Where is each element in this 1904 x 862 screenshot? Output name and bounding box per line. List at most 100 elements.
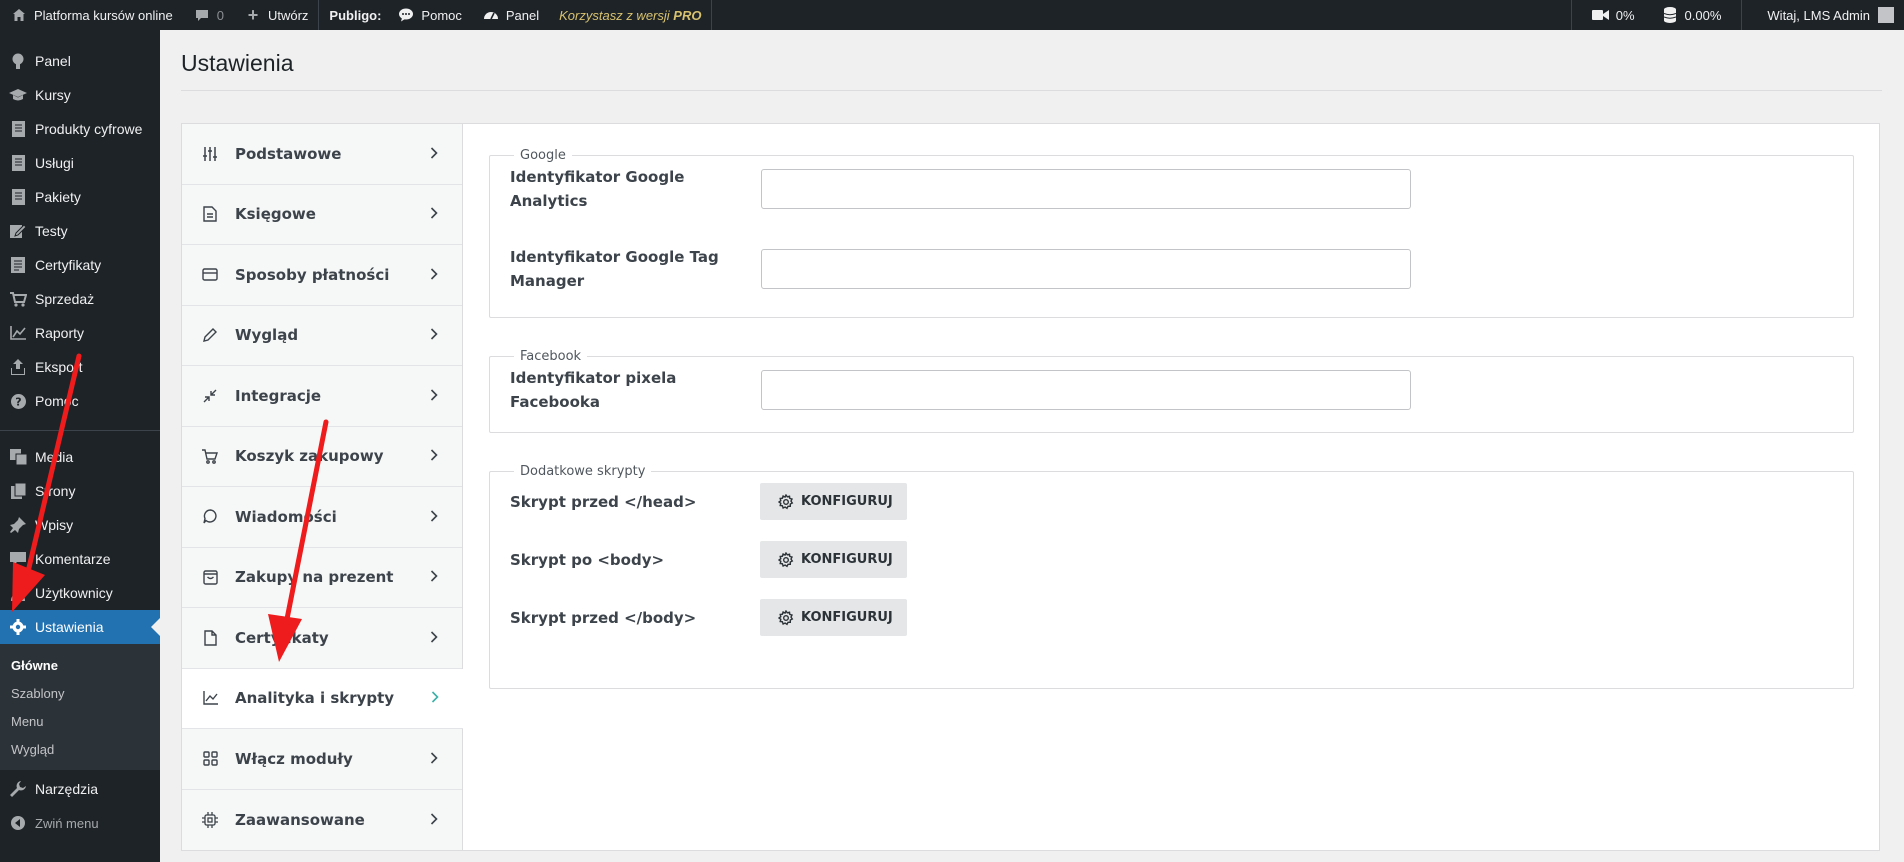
users-icon (8, 583, 28, 603)
collapse-arrow-icon (8, 813, 28, 833)
database-stat[interactable]: 0.00% (1655, 0, 1742, 30)
tab-integracje[interactable]: Integracje (182, 366, 462, 427)
site-name-link[interactable]: Platforma kursów online (0, 0, 183, 30)
submenu-item-menu[interactable]: Menu (0, 708, 160, 736)
chevron-right-icon (430, 750, 438, 768)
script-body-open-label: Skrypt po <body> (510, 550, 665, 569)
tab-ksiegowe[interactable]: Księgowe (182, 185, 462, 245)
menu-item-certyfikaty[interactable]: Certyfikaty (0, 248, 160, 282)
document-icon (8, 187, 28, 207)
tab-sposoby-platnosci[interactable]: Sposoby płatności (182, 245, 462, 306)
help-link[interactable]: Pomoc (387, 0, 471, 30)
pin-icon (8, 515, 28, 535)
panel-link[interactable]: Panel (472, 0, 549, 30)
ga-id-input[interactable] (761, 169, 1411, 209)
file-icon (202, 630, 218, 646)
help-icon: ? (8, 391, 28, 411)
invoice-icon (202, 206, 218, 222)
chevron-right-icon (430, 629, 438, 647)
menu-item-produkty-cyfrowe[interactable]: Produkty cyfrowe (0, 112, 160, 146)
divider (711, 0, 713, 30)
pixel-row: Identyfikator pixela Facebooka (510, 366, 1833, 414)
edit-icon (8, 221, 28, 241)
analytics-icon (202, 690, 218, 706)
comments-link[interactable]: 0 (183, 0, 234, 30)
menu-item-sprzedaz[interactable]: Sprzedaż (0, 282, 160, 316)
video-stat[interactable]: 0% (1572, 0, 1655, 30)
plus-icon: + (247, 4, 259, 25)
facebook-legend: Facebook (520, 349, 582, 364)
menu-item-komentarze[interactable]: Komentarze (0, 542, 160, 576)
chevron-right-icon (430, 145, 438, 163)
menu-item-testy[interactable]: Testy (0, 214, 160, 248)
tab-zakupy-na-prezent[interactable]: Zakupy na prezent (182, 548, 462, 608)
svg-text:?: ? (15, 395, 21, 408)
facebook-pixel-input[interactable] (761, 370, 1411, 410)
collapse-menu-button[interactable]: Zwiń menu (0, 806, 160, 840)
tab-podstawowe[interactable]: Podstawowe (182, 124, 462, 185)
chip-icon (202, 811, 218, 828)
gear-icon (778, 493, 794, 510)
gtm-row: Identyfikator Google Tag Manager (510, 245, 1833, 293)
new-content-link[interactable]: + Utwórz (234, 0, 318, 30)
chevron-right-icon (430, 447, 438, 465)
menu-item-media[interactable]: Media (0, 440, 160, 474)
tab-koszyk-zakupowy[interactable]: Koszyk zakupowy (182, 427, 462, 487)
menu-item-eksport[interactable]: Eksport (0, 350, 160, 384)
chevron-right-icon (430, 326, 438, 344)
admin-bar: Platforma kursów online 0 + Utwórz Publi… (0, 0, 1904, 30)
menu-item-raporty[interactable]: Raporty (0, 316, 160, 350)
configure-body-open-script-button[interactable]: KONFIGURUJ (760, 541, 907, 578)
menu-item-narzedzia[interactable]: Narzędzia (0, 772, 160, 806)
menu-item-kursy[interactable]: Kursy (0, 78, 160, 112)
message-icon (202, 509, 218, 525)
graduation-cap-icon (8, 85, 28, 105)
menu-separator (0, 430, 160, 431)
tab-wyglad[interactable]: Wygląd (182, 306, 462, 366)
settings-container: Podstawowe Księgowe Sposoby płatności Wy… (181, 123, 1880, 851)
scripts-legend: Dodatkowe skrypty (520, 464, 646, 479)
chevron-right-icon (430, 568, 438, 586)
submenu-item-wyglad[interactable]: Wygląd (0, 736, 160, 764)
configure-head-script-button[interactable]: KONFIGURUJ (760, 483, 907, 520)
tab-certyfikaty[interactable]: Certyfikaty (182, 608, 462, 669)
comment-icon (193, 6, 211, 24)
ga-row: Identyfikator Google Analytics (510, 165, 1833, 213)
user-account-menu[interactable]: Witaj, LMS Admin (1742, 0, 1904, 30)
menu-item-panel[interactable]: Panel (0, 44, 160, 78)
configure-body-close-script-button[interactable]: KONFIGURUJ (760, 599, 907, 636)
cart-icon (8, 289, 28, 309)
submenu-item-glowne[interactable]: Główne (0, 652, 160, 680)
menu-item-pomoc[interactable]: ? Pomoc (0, 384, 160, 418)
submenu-item-szablony[interactable]: Szablony (0, 680, 160, 708)
tab-wlacz-moduly[interactable]: Włącz moduły (182, 729, 462, 790)
chevron-right-icon (430, 266, 438, 284)
page-title: Ustawienia (181, 50, 294, 76)
chevron-right-icon (430, 508, 438, 526)
script-head-label: Skrypt przed </head> (510, 492, 697, 511)
tab-wiadomosci[interactable]: Wiadomości (182, 487, 462, 548)
database-icon (1661, 6, 1679, 24)
tab-analityka-i-skrypty[interactable]: Analityka i skrypty (182, 668, 463, 729)
menu-item-uzytkownicy[interactable]: Użytkownicy (0, 576, 160, 610)
tab-zaawansowane[interactable]: Zaawansowane (182, 790, 462, 851)
document-icon (8, 119, 28, 139)
cart-icon (202, 448, 218, 464)
gear-icon (778, 609, 794, 626)
script-row-head: Skrypt przed </head> KONFIGURUJ (510, 483, 1833, 520)
menu-item-strony[interactable]: Strony (0, 474, 160, 508)
menu-item-ustawienia[interactable]: Ustawienia (0, 610, 160, 644)
admin-menu: Panel Kursy Produkty cyfrowe Usługi Paki… (0, 30, 160, 862)
script-body-close-label: Skrypt przed </body> (510, 608, 697, 627)
menu-item-uslugi[interactable]: Usługi (0, 146, 160, 180)
video-camera-icon (1592, 6, 1610, 24)
menu-item-pakiety[interactable]: Pakiety (0, 180, 160, 214)
settings-submenu: Główne Szablony Menu Wygląd (0, 644, 160, 770)
pixel-label: Identyfikator pixela Facebooka (510, 369, 677, 411)
comments-count: 0 (216, 7, 224, 23)
media-icon (8, 447, 28, 467)
gtm-id-input[interactable] (761, 249, 1411, 289)
settings-tabs: Podstawowe Księgowe Sposoby płatności Wy… (182, 124, 463, 850)
credit-card-icon (202, 267, 218, 283)
menu-item-wpisy[interactable]: Wpisy (0, 508, 160, 542)
